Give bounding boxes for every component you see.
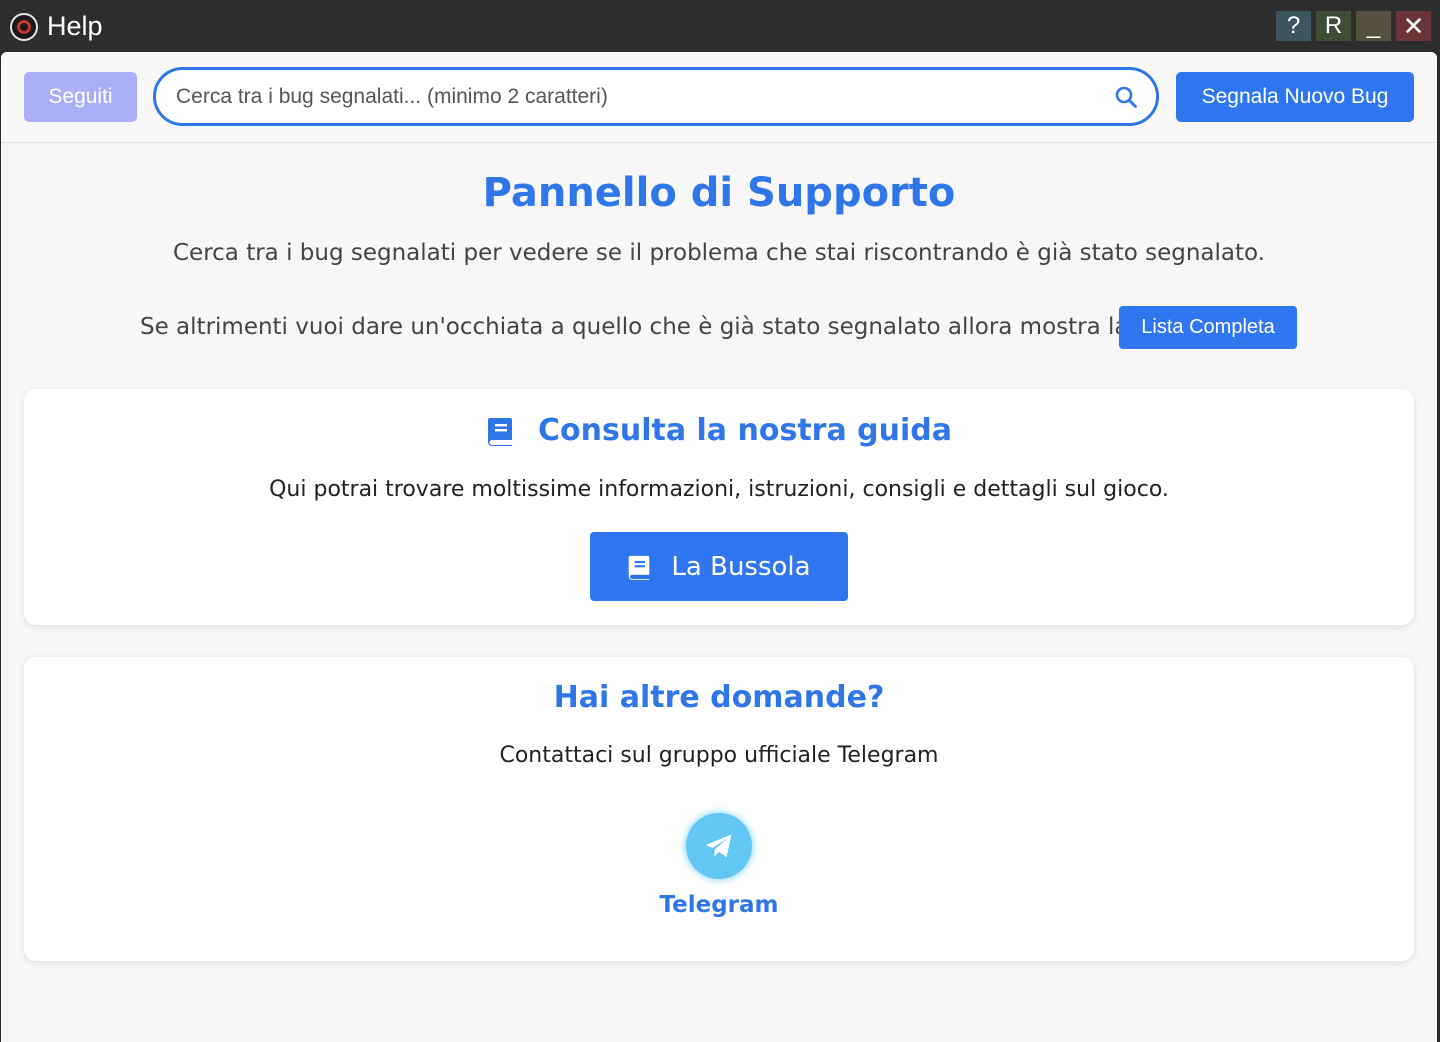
search-input[interactable]	[176, 70, 1096, 123]
content-area: Seguiti Segnala Nuovo Bug Pannello di Su…	[1, 52, 1437, 1042]
guide-heading: Consulta la nostra guida	[24, 412, 1414, 450]
page-title: Pannello di Supporto	[482, 170, 956, 216]
window-title: Help	[47, 11, 103, 41]
book-icon	[488, 418, 513, 446]
book-icon	[629, 555, 650, 580]
r-button[interactable]: R	[1316, 11, 1351, 41]
help-button[interactable]: ?	[1276, 11, 1311, 41]
title-bar: Help ? R _ ✕	[0, 0, 1440, 52]
search-icon[interactable]	[1114, 85, 1138, 109]
telegram-label[interactable]: Telegram	[659, 891, 778, 919]
minimize-button[interactable]: _	[1356, 11, 1391, 41]
telegram-icon[interactable]	[686, 813, 752, 879]
toolbar: Seguiti Segnala Nuovo Bug	[1, 52, 1437, 143]
app-logo-icon	[10, 13, 38, 41]
report-bug-button[interactable]: Segnala Nuovo Bug	[1176, 72, 1414, 122]
contact-card: Hai altre domande? Contattaci sul gruppo…	[24, 657, 1414, 961]
help-window: Help ? R _ ✕ Seguiti Segnala Nuovo Bug P…	[0, 0, 1440, 1042]
contact-title: Hai altre domande?	[553, 680, 885, 715]
full-list-text: Se altrimenti vuoi dare un'occhiata a qu…	[140, 314, 1129, 340]
bussola-label: La Bussola	[671, 551, 811, 582]
guide-description: Qui potrai trovare moltissime informazio…	[269, 477, 1169, 502]
guide-title: Consulta la nostra guida	[538, 413, 952, 448]
page-subtitle: Cerca tra i bug segnalati per vedere se …	[172, 240, 1265, 266]
guide-card: Consulta la nostra guida Qui potrai trov…	[24, 389, 1414, 625]
bussola-button[interactable]: La Bussola	[590, 532, 848, 601]
followed-button[interactable]: Seguiti	[24, 72, 137, 122]
telegram-link[interactable]: Telegram	[644, 813, 794, 923]
close-button[interactable]: ✕	[1396, 11, 1431, 41]
full-list-button[interactable]: Lista Completa	[1119, 306, 1297, 349]
search-box	[153, 67, 1159, 126]
contact-description: Contattaci sul gruppo ufficiale Telegram	[499, 743, 939, 768]
